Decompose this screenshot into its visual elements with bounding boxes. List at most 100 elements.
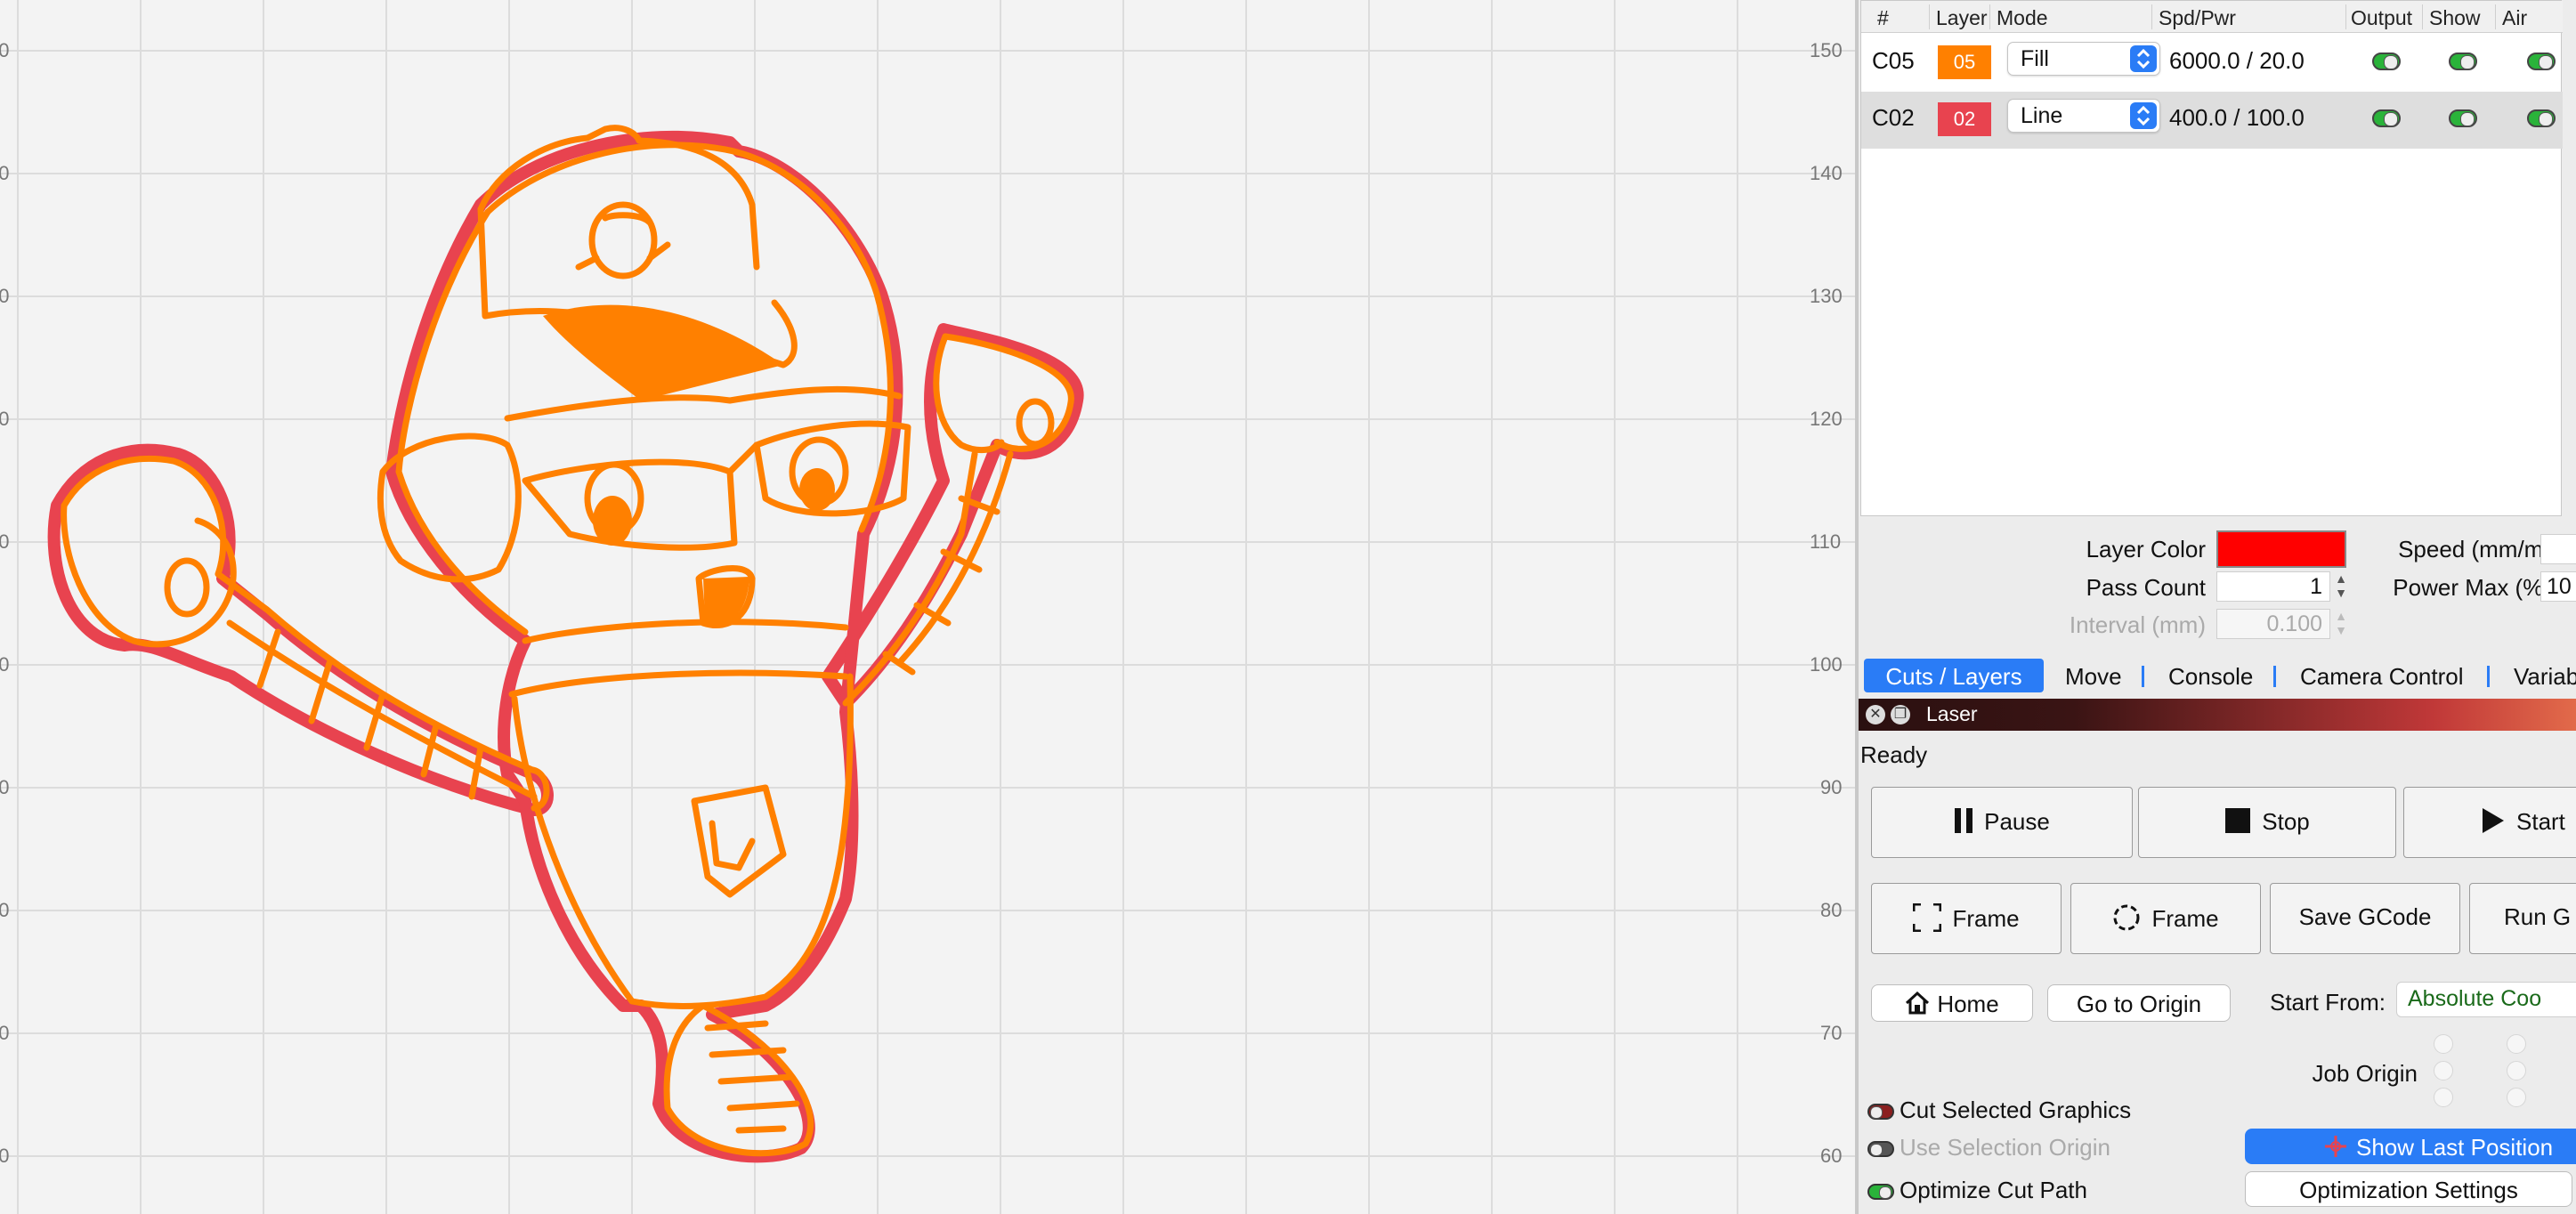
- save-gcode-button[interactable]: Save GCode: [2270, 883, 2460, 954]
- layer-color-swatch[interactable]: [2216, 530, 2346, 568]
- mode-value: Line: [2021, 103, 2063, 128]
- column-header[interactable]: Output: [2351, 6, 2412, 30]
- mode-select[interactable]: Fill: [2007, 42, 2160, 76]
- column-header[interactable]: Layer: [1936, 6, 1988, 30]
- output-toggle[interactable]: [2372, 53, 2401, 70]
- speed-power: 400.0 / 100.0: [2169, 104, 2305, 131]
- frame-circle-label: Frame: [2151, 905, 2219, 933]
- stop-button[interactable]: Stop: [2138, 787, 2396, 858]
- pass-count-input[interactable]: 1: [2216, 571, 2330, 602]
- cut-selected-toggle[interactable]: [1867, 1104, 1894, 1121]
- stop-icon: [2224, 807, 2251, 840]
- layer-row[interactable]: C05 05 Fill 6000.0 / 20.0: [1861, 35, 2563, 92]
- frame-rect-icon: [1912, 902, 1942, 938]
- layer-swatch[interactable]: 05: [1938, 45, 1991, 79]
- save-gcode-label: Save GCode: [2298, 903, 2432, 930]
- column-separator: [2495, 4, 2496, 29]
- frame-rect-label: Frame: [1952, 905, 2020, 933]
- optimization-settings-button[interactable]: Optimization Settings: [2245, 1171, 2572, 1207]
- power-max-input[interactable]: 10: [2540, 571, 2576, 602]
- layer-id: C02: [1872, 104, 1915, 131]
- robot-artwork[interactable]: [0, 0, 1855, 1214]
- layer-swatch[interactable]: 02: [1938, 102, 1991, 136]
- optimize-cut-path-row[interactable]: Optimize Cut Path: [1867, 1177, 2087, 1204]
- pass-count-label: Pass Count: [2086, 574, 2206, 601]
- go-to-origin-button[interactable]: Go to Origin: [2047, 984, 2231, 1022]
- column-separator: [2422, 4, 2423, 29]
- job-origin-radio[interactable]: [2434, 1034, 2453, 1054]
- cut-selected-row[interactable]: Cut Selected Graphics: [1867, 1097, 2131, 1124]
- panel-tabs: Cuts / Layers Move Console Camera Contro…: [1859, 659, 2576, 694]
- power-max-label: Power Max (%): [2393, 574, 2551, 601]
- stop-label: Stop: [2262, 808, 2310, 836]
- design-canvas[interactable]: 50 40 30 20 10 00 90 80 70 60 150 140 13…: [0, 0, 1855, 1214]
- frame-circle-icon: [2112, 903, 2141, 938]
- column-separator: [1989, 4, 1990, 29]
- layer-id: C05: [1872, 47, 1915, 74]
- start-from-label: Start From:: [2269, 989, 2386, 1016]
- run-gcode-label: Run G: [2504, 903, 2572, 930]
- start-from-select[interactable]: Absolute Coo: [2396, 982, 2576, 1017]
- column-header[interactable]: Mode: [1997, 6, 2048, 30]
- laser-panel-title: Laser: [1926, 702, 1978, 725]
- pause-label: Pause: [1984, 808, 2050, 836]
- close-icon[interactable]: ✕: [1866, 705, 1885, 724]
- lightburn-window: 50 40 30 20 10 00 90 80 70 60 150 140 13…: [0, 0, 2576, 1214]
- pause-button[interactable]: Pause: [1871, 787, 2133, 858]
- column-separator: [2151, 4, 2152, 29]
- air-toggle[interactable]: [2527, 53, 2556, 70]
- chevron-updown-icon: [2130, 45, 2157, 72]
- job-origin-radio[interactable]: [2507, 1061, 2526, 1080]
- frame-rect-button[interactable]: Frame: [1871, 883, 2062, 954]
- pause-icon: [1954, 807, 1973, 840]
- column-header[interactable]: Spd/Pwr: [2159, 6, 2236, 30]
- column-header[interactable]: Show: [2429, 6, 2481, 30]
- show-toggle[interactable]: [2449, 53, 2477, 70]
- tab-separator: [2142, 666, 2144, 687]
- tab-variable[interactable]: Variab: [2514, 659, 2576, 692]
- tab-camera-control[interactable]: Camera Control: [2300, 659, 2464, 692]
- speed-label: Speed (mm/m): [2398, 536, 2551, 562]
- layer-row[interactable]: C02 02 Line 400.0 / 100.0: [1861, 92, 2563, 149]
- pass-count-stepper[interactable]: ▲ ▼: [2332, 571, 2350, 602]
- use-selection-origin-toggle[interactable]: [1867, 1141, 1894, 1158]
- interval-stepper[interactable]: ▲ ▼: [2332, 609, 2350, 639]
- laser-panel-header: ✕ ❐ Laser: [1859, 699, 2576, 731]
- play-icon: [2481, 807, 2506, 840]
- job-origin-radio[interactable]: [2507, 1034, 2526, 1054]
- tab-cuts-layers[interactable]: Cuts / Layers: [1864, 659, 2044, 692]
- layer-color-label: Layer Color: [2086, 536, 2206, 562]
- show-last-position-button[interactable]: Show Last Position: [2245, 1129, 2576, 1164]
- home-icon: [1905, 991, 1930, 1021]
- optimization-settings-label: Optimization Settings: [2299, 1177, 2518, 1203]
- speed-field[interactable]: [2540, 534, 2576, 564]
- float-icon[interactable]: ❐: [1891, 705, 1910, 724]
- tab-console[interactable]: Console: [2168, 659, 2253, 692]
- use-selection-origin-row[interactable]: Use Selection Origin: [1867, 1134, 2110, 1161]
- chevron-updown-icon: [2130, 102, 2157, 129]
- start-label: Start: [2516, 808, 2565, 836]
- mode-select[interactable]: Line: [2007, 99, 2160, 133]
- job-origin-radio[interactable]: [2434, 1061, 2453, 1080]
- right-panel: # Layer Mode Spd/Pwr Output Show Air C05…: [1859, 0, 2576, 1214]
- start-button[interactable]: Start: [2403, 787, 2576, 858]
- cuts-layers-table: # Layer Mode Spd/Pwr Output Show Air C05…: [1860, 0, 2563, 516]
- speed-power: 6000.0 / 20.0: [2169, 47, 2305, 74]
- home-button[interactable]: Home: [1871, 984, 2033, 1022]
- column-header[interactable]: #: [1877, 6, 1889, 30]
- tab-separator: [2487, 666, 2490, 687]
- interval-input[interactable]: 0.100: [2216, 609, 2330, 639]
- show-toggle[interactable]: [2449, 109, 2477, 127]
- run-gcode-button[interactable]: Run G: [2469, 883, 2576, 954]
- column-header[interactable]: Air: [2502, 6, 2527, 30]
- air-toggle[interactable]: [2527, 109, 2556, 127]
- frame-circle-button[interactable]: Frame: [2070, 883, 2261, 954]
- use-selection-origin-label: Use Selection Origin: [1900, 1134, 2110, 1161]
- home-label: Home: [1937, 991, 1999, 1017]
- table-header: # Layer Mode Spd/Pwr Output Show Air: [1861, 1, 2563, 33]
- optimize-cut-path-toggle[interactable]: [1867, 1184, 1894, 1201]
- job-origin-radio[interactable]: [2434, 1088, 2453, 1107]
- job-origin-radio[interactable]: [2507, 1088, 2526, 1107]
- output-toggle[interactable]: [2372, 109, 2401, 127]
- tab-move[interactable]: Move: [2065, 659, 2122, 692]
